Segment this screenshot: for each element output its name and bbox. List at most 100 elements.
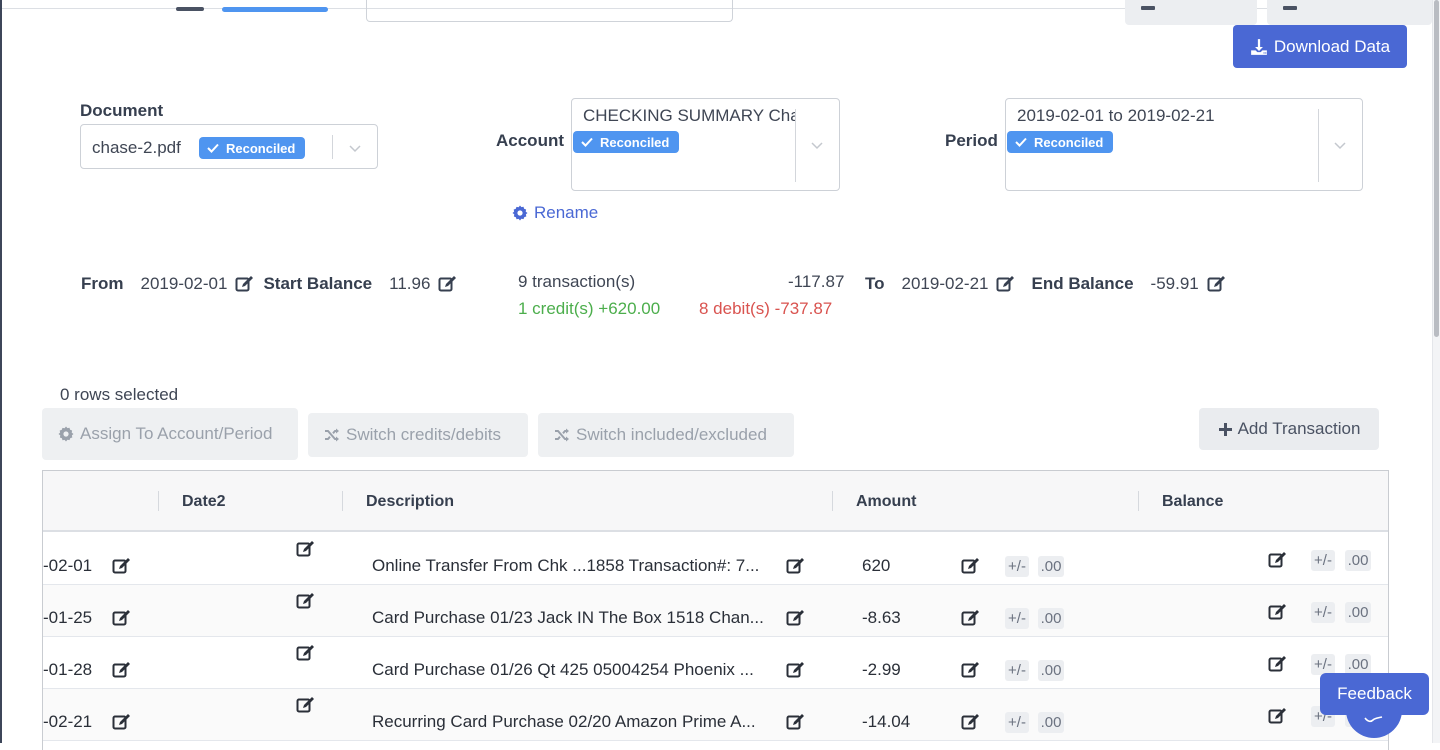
balance-decimals-button[interactable]: .00 [1345,550,1371,571]
download-data-label: Download Data [1273,36,1391,56]
balance-toggle-sign-button[interactable]: +/- [1311,602,1335,623]
table-row[interactable]: -01-28 Card Purchase 01/26 Qt 425 050042… [43,637,1388,689]
edit-balance-icon[interactable] [1268,655,1287,673]
edit-description-icon[interactable] [786,557,805,575]
edit-date-icon[interactable] [112,713,131,731]
edit-date-icon[interactable] [112,557,131,575]
amount-toggle-sign-button[interactable]: +/- [1005,556,1029,577]
edit-date2-icon[interactable] [296,592,315,610]
window-left-edge [0,0,2,743]
top-badge-stub [222,7,328,12]
add-transaction-button[interactable]: Add Transaction [1199,408,1379,450]
amount-decimals-button[interactable]: .00 [1038,556,1064,577]
document-reconciled-badge: Reconciled [199,137,306,159]
chevron-down-icon[interactable] [1334,139,1346,151]
switch-credits-debits-button[interactable]: Switch credits/debits [308,413,528,457]
edit-balance-icon[interactable] [1268,707,1287,725]
edit-from-date-icon[interactable] [235,275,254,293]
document-label: Document [80,101,164,120]
credits-summary: 1 credit(s) +620.00 [518,299,661,318]
debits-summary: 8 debit(s) -737.87 [699,299,833,318]
account-select[interactable]: CHECKING SUMMARY Cha Reconciled [571,98,840,191]
amount-decimals-button[interactable]: .00 [1038,608,1064,629]
row-description: Card Purchase 01/23 Jack IN The Box 1518… [372,608,764,627]
amount-decimals-button[interactable]: .00 [1038,660,1064,681]
row-amount: -14.04 [862,712,911,731]
row-description: Recurring Card Purchase 02/20 Amazon Pri… [372,712,756,731]
table-row[interactable]: -02-21 Recurring Card Purchase 02/20 Ama… [43,689,1388,741]
edit-start-balance-icon[interactable] [438,275,457,293]
edit-end-balance-icon[interactable] [1207,275,1226,293]
from-date: 2019-02-01 [140,274,228,293]
assign-account-period-button[interactable]: Assign To Account/Period [42,408,298,460]
row-amount: -8.63 [862,608,901,627]
account-value: CHECKING SUMMARY Cha [583,106,795,125]
table-row[interactable]: -01-25 Card Purchase 01/23 Jack IN The B… [43,585,1388,637]
top-button-partial-1[interactable] [1125,0,1257,25]
rename-account-link[interactable]: Rename [512,203,598,223]
from-label: From [81,274,124,293]
amount-toggle-sign-button[interactable]: +/- [1005,660,1029,681]
column-header-amount[interactable]: Amount [856,493,916,511]
top-button-partial-2[interactable] [1267,0,1432,25]
balance-toggle-sign-button[interactable]: +/- [1311,654,1335,675]
transactions-table: Date2 Description Amount Balance -02-01 … [42,470,1389,750]
shuffle-icon [325,428,339,442]
chevron-down-icon[interactable] [349,142,361,154]
document-select[interactable]: chase-2.pdf Reconciled [80,124,378,169]
check-icon [1015,137,1027,147]
edit-description-icon[interactable] [786,609,805,627]
balance-decimals-button[interactable]: .00 [1345,602,1371,623]
switch-included-excluded-button[interactable]: Switch included/excluded [538,413,794,457]
row-description: Online Transfer From Chk ...1858 Transac… [372,556,760,575]
top-select-partial[interactable] [366,0,733,22]
edit-amount-icon[interactable] [961,661,980,679]
start-balance-label: Start Balance [263,274,373,293]
gear-icon [512,205,528,221]
top-control-stub [176,7,204,11]
row-description: Card Purchase 01/26 Qt 425 05004254 Phoe… [372,660,754,679]
edit-date2-icon[interactable] [296,540,315,558]
column-header-date2[interactable]: Date2 [182,493,226,511]
check-icon [581,137,593,147]
document-value: chase-2.pdf [92,138,181,157]
download-icon [1251,38,1267,55]
start-balance-value: 11.96 [389,274,431,293]
edit-balance-icon[interactable] [1268,603,1287,621]
edit-date2-icon[interactable] [296,644,315,662]
scrollbar-thumb[interactable] [1434,0,1439,337]
account-label: Account [496,131,564,150]
row-date: -02-01 [43,556,93,575]
amount-toggle-sign-button[interactable]: +/- [1005,608,1029,629]
download-data-button[interactable]: Download Data [1233,25,1407,68]
to-label: To [865,274,885,293]
row-date: -02-21 [43,712,93,731]
column-header-balance[interactable]: Balance [1162,493,1223,511]
transaction-count: 9 transaction(s) [518,272,636,291]
edit-date-icon[interactable] [112,661,131,679]
plus-icon [1218,422,1232,436]
row-date: -01-25 [43,608,93,627]
table-row[interactable]: -02-01 Online Transfer From Chk ...1858 … [43,533,1388,585]
row-date: -01-28 [43,660,93,679]
balance-toggle-sign-button[interactable]: +/- [1311,550,1335,571]
edit-date2-icon[interactable] [296,696,315,714]
edit-date-icon[interactable] [112,609,131,627]
edit-balance-icon[interactable] [1268,551,1287,569]
feedback-button[interactable]: Feedback [1320,673,1429,715]
amount-decimals-button[interactable]: .00 [1038,712,1064,733]
end-balance-value: -59.91 [1150,274,1199,293]
to-summary: To 2019-02-21 End Balance -59.91 [865,272,1226,296]
edit-amount-icon[interactable] [961,609,980,627]
period-select[interactable]: 2019-02-01 to 2019-02-21 Reconciled [1005,98,1363,191]
balance-decimals-button[interactable]: .00 [1345,654,1371,675]
column-header-description[interactable]: Description [366,493,454,511]
amount-toggle-sign-button[interactable]: +/- [1005,712,1029,733]
check-icon [207,143,219,153]
edit-description-icon[interactable] [786,661,805,679]
edit-amount-icon[interactable] [961,713,980,731]
edit-description-icon[interactable] [786,713,805,731]
chevron-down-icon[interactable] [811,139,823,151]
edit-to-date-icon[interactable] [996,275,1015,293]
edit-amount-icon[interactable] [961,557,980,575]
